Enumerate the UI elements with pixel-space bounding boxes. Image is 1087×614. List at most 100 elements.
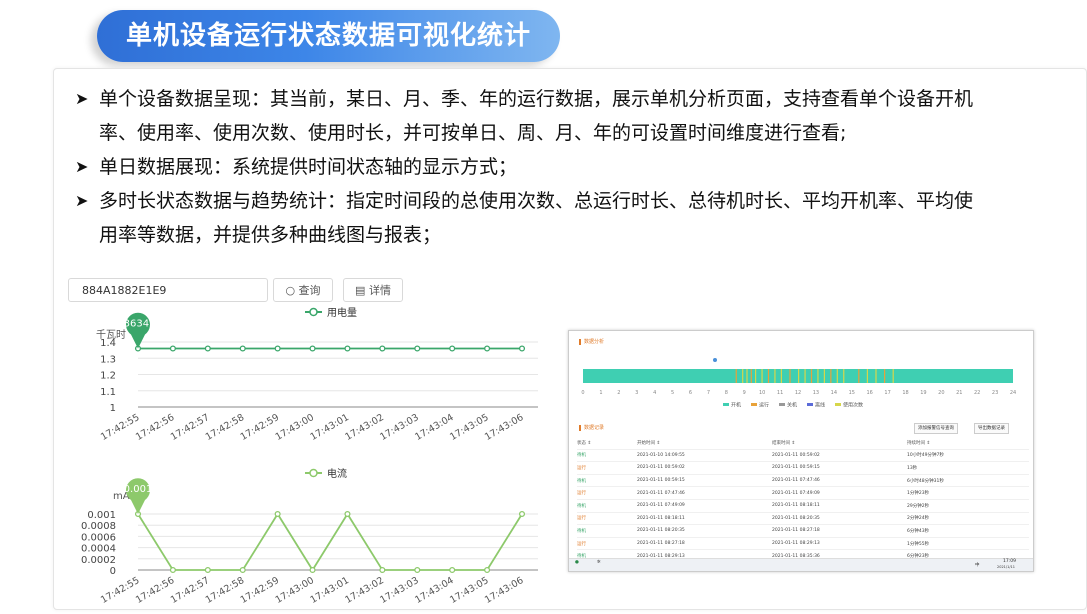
- timeline-event: [789, 369, 791, 383]
- timeline-event: [774, 369, 776, 383]
- device-id-input[interactable]: 884A1882E1E9: [68, 278, 268, 302]
- y-tick-label: 1.4: [100, 338, 116, 349]
- hour-tick: 10: [759, 390, 765, 396]
- x-tick-label: 17:42:56: [134, 412, 176, 443]
- x-tick-label: 17:43:05: [448, 575, 490, 606]
- data-point: [169, 566, 176, 574]
- timeline-event: [843, 369, 845, 383]
- start-icon[interactable]: ●: [575, 560, 579, 565]
- table-cell: 10小时49分钟7秒: [907, 453, 944, 459]
- table-row: 运行 2021-01-11 00:59:02 2021-01-11 00:59:15…: [577, 462, 1029, 475]
- timeline-chart: 0 1 2 3 4 5 6 7 8 9 10 11 12 13 14 15 16 17 18 19 20 21 22 23 24…: [581, 358, 1016, 409]
- page-title: 单机设备运行状态数据可视化统计: [97, 10, 560, 62]
- data-point: [379, 345, 386, 352]
- hour-tick: 19: [920, 390, 926, 396]
- bullet-item-3: ➤ 多时长状态数据与趋势统计：指定时间段的总使用次数、总运行时长、总待机时长、平…: [75, 184, 1065, 218]
- hour-tick: 16: [866, 390, 872, 396]
- data-point: [239, 566, 246, 574]
- bullet-item-2: ➤ 单日数据展现：系统提供时间状态轴的显示方式；: [75, 150, 1065, 184]
- timeline-event: [755, 369, 757, 383]
- data-point: [204, 566, 211, 574]
- table-cell: 6分钟43秒: [907, 528, 930, 534]
- data-point: [379, 566, 386, 574]
- hour-tick: 18: [902, 390, 908, 396]
- search-icon: ○: [285, 284, 296, 297]
- arrow-bullet-icon: ➤: [75, 157, 89, 176]
- bullet-text: 单日数据展现：系统提供时间状态轴的显示方式；: [99, 156, 518, 178]
- data-point: [309, 345, 316, 352]
- data-point: [239, 345, 246, 352]
- legend-label: 使用次数: [843, 402, 863, 409]
- hour-tick: 5: [671, 390, 674, 396]
- column-header[interactable]: 开始时间 ⇕: [637, 440, 772, 446]
- legend-swatch: [835, 403, 841, 406]
- table-cell: 运行: [577, 541, 586, 547]
- timeline-event: [892, 369, 894, 383]
- timeline-event: [735, 369, 737, 383]
- table-row: 待机 2021-01-10 14:09:55 2021-01-11 00:59:02…: [577, 450, 1029, 463]
- current-chart: 电流mA0.0010.00080.00060.00040.0002017:42:…: [81, 467, 538, 606]
- timeline-event: [884, 369, 886, 383]
- data-point: [274, 510, 281, 518]
- table-cell: 2021-01-10 14:09:55: [637, 452, 685, 458]
- hour-tick: 21: [956, 390, 962, 396]
- taskbar-language[interactable]: 中: [975, 562, 980, 568]
- hour-tick: 8: [725, 390, 728, 396]
- timeline-event: [858, 369, 860, 383]
- timeline-event: [810, 369, 813, 383]
- section-title-analysis: 数据分析: [579, 338, 604, 345]
- hour-tick: 22: [974, 390, 980, 396]
- table-cell: 2021-01-11 07:49:09: [772, 490, 820, 496]
- timeline-event: [780, 369, 782, 383]
- hour-tick: 15: [849, 390, 855, 396]
- power-consumption-chart: 用电量千瓦时1.41.31.21.1117:42:5517:42:5617:42…: [96, 306, 538, 443]
- pin-icon: [713, 358, 717, 362]
- table-row: 待机 2021-01-11 08:20:35 2021-01-11 08:27:18…: [577, 525, 1029, 538]
- export-records-button[interactable]: 导出数据记录: [974, 423, 1009, 434]
- table-cell: 待机: [577, 453, 586, 459]
- table-cell: 2021-01-11 08:29:13: [772, 541, 820, 547]
- data-point: [414, 566, 421, 574]
- hour-tick: 9: [743, 390, 746, 396]
- bullet-list: ➤ 单个设备数据呈现：其当前，某日、月、季、年的运行数据，展示单机分析页面，支持…: [75, 82, 1065, 252]
- data-point: [518, 510, 526, 518]
- table-cell: 13秒: [907, 465, 918, 471]
- column-header[interactable]: 结束时间 ⇕: [772, 440, 907, 446]
- table-cell: 运行: [577, 516, 586, 522]
- bullet-text: 单个设备数据呈现：其当前，某日、月、季、年的运行数据，展示单机分析页面，支持查看…: [99, 88, 974, 110]
- hour-tick: 7: [707, 390, 710, 396]
- hour-tick: 24: [1010, 390, 1016, 396]
- table-cell: 2021-01-11 07:47:46: [637, 490, 685, 496]
- hour-tick: 17: [884, 390, 890, 396]
- y-tick-label: 0.0004: [81, 544, 116, 555]
- column-header[interactable]: 状态 ⇕: [577, 440, 637, 446]
- table-cell: 29分钟2秒: [907, 503, 930, 509]
- table-cell: 2021-01-11 08:27:18: [637, 541, 685, 547]
- legend-label: 关机: [787, 402, 797, 409]
- table-cell: 2021-01-11 07:49:09: [637, 503, 685, 509]
- detail-button[interactable]: ▤ 详情: [343, 278, 403, 302]
- table-cell: 6小时48分钟31秒: [907, 478, 944, 484]
- settings-icon[interactable]: ✲: [597, 560, 601, 565]
- bullet-item-1: ➤ 单个设备数据呈现：其当前，某日、月、季、年的运行数据，展示单机分析页面，支持…: [75, 82, 1065, 116]
- hour-tick: 20: [938, 390, 944, 396]
- x-tick-label: 17:43:06: [483, 412, 525, 443]
- legend-swatch: [751, 403, 757, 406]
- hour-tick: 12: [795, 390, 801, 396]
- y-tick-label: 0.0006: [81, 532, 116, 543]
- x-tick-label: 17:43:05: [448, 412, 490, 443]
- table-cell: 1分钟23秒: [907, 491, 930, 497]
- add-alarm-query-button[interactable]: 添加报警信号查询: [914, 423, 958, 434]
- hour-tick: 0: [581, 390, 584, 396]
- y-tick-label: 0.001: [87, 510, 116, 521]
- x-tick-label: 17:43:06: [483, 575, 525, 606]
- taskbar-time: 17:09: [1003, 559, 1016, 564]
- legend-label: 电流: [327, 467, 347, 480]
- data-point: [169, 345, 176, 352]
- query-button[interactable]: ○ 查询: [273, 278, 333, 302]
- x-tick-label: 17:43:04: [413, 575, 455, 606]
- timeline-event: [761, 369, 763, 383]
- data-point: [344, 345, 351, 352]
- column-header[interactable]: 持续时间 ⇕: [907, 440, 1027, 446]
- taskbar-date: 2021/1/11: [997, 565, 1015, 569]
